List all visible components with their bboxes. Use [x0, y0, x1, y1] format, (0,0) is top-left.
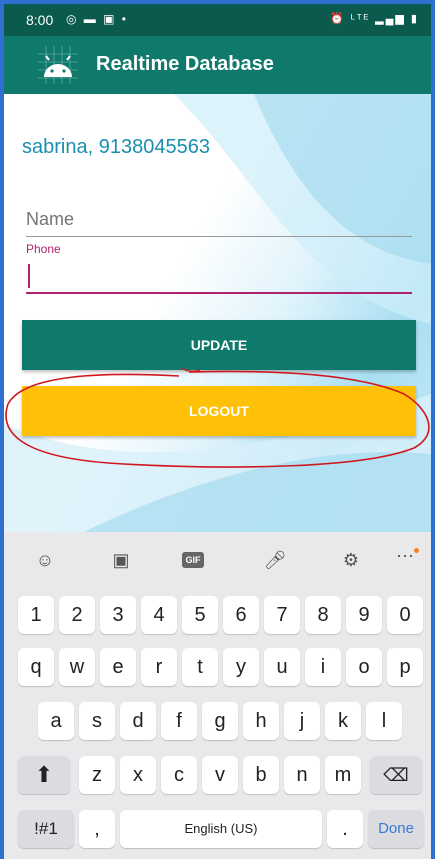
done-key[interactable]: Done	[368, 810, 424, 848]
emoji-icon[interactable]: ☺	[30, 550, 60, 570]
key-7[interactable]: 7	[264, 596, 300, 634]
phone-field[interactable]	[26, 258, 412, 294]
key-9[interactable]: 9	[346, 596, 382, 634]
main-content: sabrina, 9138045563 Phone UPDATE LOGOUT	[4, 94, 431, 532]
key-6[interactable]: 6	[223, 596, 259, 634]
more-options-icon[interactable]: ⋯	[390, 546, 420, 566]
android-icon	[38, 46, 78, 84]
period-key[interactable]: .	[327, 810, 363, 848]
letter-row-1: q w e r t y u i o p	[4, 648, 431, 692]
key-y[interactable]: y	[223, 648, 259, 686]
name-field[interactable]	[26, 204, 412, 237]
key-u[interactable]: u	[264, 648, 300, 686]
app-bar: Realtime Database	[4, 36, 431, 94]
annotation-circle	[5, 367, 430, 468]
key-h[interactable]: h	[243, 702, 279, 740]
system-icons: ⏰ ᴸᵀᴱ ▂▄▆ ▮	[330, 13, 419, 25]
key-o[interactable]: o	[346, 648, 382, 686]
key-v[interactable]: v	[202, 756, 238, 794]
key-n[interactable]: n	[284, 756, 320, 794]
app-title: Realtime Database	[96, 53, 274, 75]
soft-keyboard: ☺ ▣ GIF 🎤︎ ⚙ ⋯ 1 2 3 4 5 6 7 8 9 0 q w e…	[4, 532, 431, 859]
update-button[interactable]: UPDATE	[22, 320, 416, 370]
backspace-key-icon[interactable]: ⌫	[370, 756, 422, 794]
notification-icons: ◎ ▬ ▣ •	[66, 12, 129, 26]
key-j[interactable]: j	[284, 702, 320, 740]
keyboard-toolbar: ☺ ▣ GIF 🎤︎ ⚙ ⋯	[4, 532, 431, 588]
user-info-text: sabrina, 9138045563	[22, 136, 210, 158]
microphone-icon[interactable]: 🎤︎	[260, 550, 290, 570]
key-a[interactable]: a	[38, 702, 74, 740]
key-r[interactable]: r	[141, 648, 177, 686]
key-b[interactable]: b	[243, 756, 279, 794]
key-m[interactable]: m	[325, 756, 361, 794]
gif-icon[interactable]: GIF	[182, 552, 204, 568]
space-key[interactable]: English (US)	[120, 810, 322, 848]
phone-screen: 8:00 ◎ ▬ ▣ • ⏰ ᴸᵀᴱ ▂▄▆ ▮ Realtime Databa…	[4, 4, 431, 859]
key-t[interactable]: t	[182, 648, 218, 686]
letter-row-2: a s d f g h j k l	[4, 702, 431, 746]
key-c[interactable]: c	[161, 756, 197, 794]
key-g[interactable]: g	[202, 702, 238, 740]
text-cursor	[28, 264, 30, 288]
status-time: 8:00	[26, 12, 54, 28]
key-f[interactable]: f	[161, 702, 197, 740]
key-0[interactable]: 0	[387, 596, 423, 634]
key-l[interactable]: l	[366, 702, 402, 740]
key-p[interactable]: p	[387, 648, 423, 686]
sticker-icon[interactable]: ▣	[106, 550, 136, 570]
bottom-row: !#1 , English (US) . Done	[4, 810, 431, 854]
number-row: 1 2 3 4 5 6 7 8 9 0	[4, 596, 431, 640]
key-i[interactable]: i	[305, 648, 341, 686]
key-3[interactable]: 3	[100, 596, 136, 634]
key-e[interactable]: e	[100, 648, 136, 686]
key-8[interactable]: 8	[305, 596, 341, 634]
shift-key-icon[interactable]: ⬆	[18, 756, 70, 794]
key-q[interactable]: q	[18, 648, 54, 686]
key-4[interactable]: 4	[141, 596, 177, 634]
phone-label: Phone	[26, 242, 61, 256]
comma-key[interactable]: ,	[79, 810, 115, 848]
key-z[interactable]: z	[79, 756, 115, 794]
key-5[interactable]: 5	[182, 596, 218, 634]
settings-icon[interactable]: ⚙	[336, 550, 366, 570]
key-x[interactable]: x	[120, 756, 156, 794]
key-s[interactable]: s	[79, 702, 115, 740]
key-d[interactable]: d	[120, 702, 156, 740]
key-1[interactable]: 1	[18, 596, 54, 634]
key-2[interactable]: 2	[59, 596, 95, 634]
key-k[interactable]: k	[325, 702, 361, 740]
status-bar: 8:00 ◎ ▬ ▣ • ⏰ ᴸᵀᴱ ▂▄▆ ▮	[4, 4, 431, 36]
letter-row-3: ⬆ z x c v b n m ⌫	[4, 756, 431, 800]
symbols-key[interactable]: !#1	[18, 810, 74, 848]
key-w[interactable]: w	[59, 648, 95, 686]
